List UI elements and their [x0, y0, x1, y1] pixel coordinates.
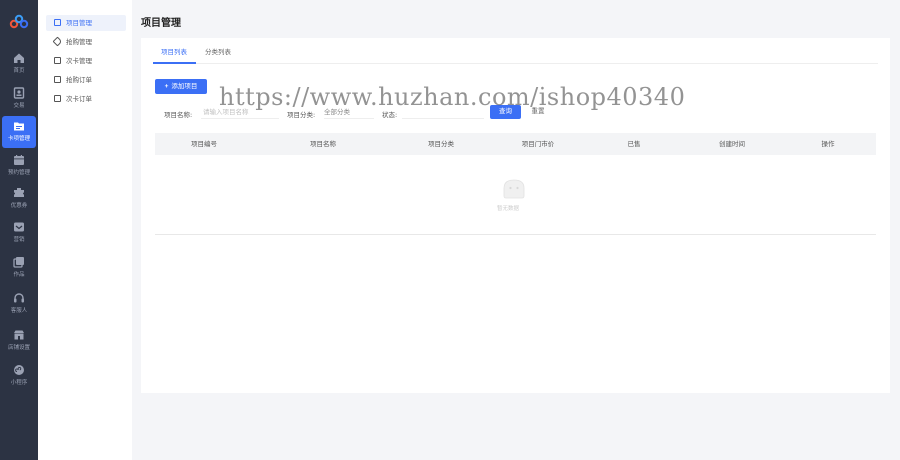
table-header: 项目编号 项目名称 项目分类 项目门市价 已售 创建时间 操作 [155, 133, 876, 155]
column-header: 创建时间 [719, 140, 745, 148]
doc-icon [54, 19, 61, 26]
submenu-item-label: 抢购管理 [66, 38, 92, 46]
order-icon [54, 76, 61, 83]
transaction-icon [13, 87, 25, 99]
nav-item-label: 小程序 [10, 380, 28, 386]
nav-item-service[interactable]: 客服人 [2, 288, 36, 320]
card-folder-icon [14, 122, 24, 131]
empty-box-icon [503, 179, 525, 199]
nav-item-label: 优惠券 [10, 203, 28, 209]
nav-item-home[interactable]: 首页 [2, 48, 36, 80]
nav-item-label: 卡项管理 [7, 136, 30, 142]
mini-program-icon [14, 365, 24, 375]
submenu-item-times-card[interactable]: 次卡管理 [46, 53, 126, 69]
tag-icon [52, 36, 63, 47]
table-bottom-border [155, 234, 876, 235]
nav-item-label: 交易 [13, 103, 25, 109]
submenu-item-label: 项目管理 [66, 19, 92, 27]
nav-item-label: 预约管理 [7, 170, 30, 176]
nav-item-label: 客服人 [10, 308, 28, 314]
home-icon [14, 53, 24, 63]
submenu-item-label: 抢购订单 [66, 76, 92, 84]
headset-icon [14, 293, 24, 303]
nav-item-gallery[interactable]: 作品 [2, 252, 36, 284]
tabs-divider [153, 63, 878, 64]
coupon-icon [14, 188, 24, 197]
column-header: 项目名称 [310, 140, 336, 148]
column-header: 项目门市价 [521, 140, 555, 148]
nav-item-label: 作品 [13, 272, 25, 278]
add-project-label: 添加项目 [171, 83, 198, 90]
marketing-icon [14, 222, 24, 232]
tab-project-list[interactable]: 项目列表 [161, 46, 187, 56]
active-tab-indicator [153, 62, 196, 64]
nav-item-store-settings[interactable]: 店铺设置 [2, 325, 36, 357]
column-header: 操作 [821, 140, 835, 148]
nav-item-mini-program[interactable]: 小程序 [2, 360, 36, 392]
nav-item-transaction[interactable]: 交易 [2, 83, 36, 115]
nav-item-marketing[interactable]: 营销 [2, 217, 36, 249]
add-project-button[interactable]: + 添加项目 [155, 79, 207, 94]
tab-category-list[interactable]: 分类列表 [205, 46, 231, 56]
submenu-item-times-card-orders[interactable]: 次卡订单 [46, 91, 126, 107]
store-icon [14, 330, 24, 340]
empty-state-text: 暂无数据 [497, 206, 520, 212]
nav-item-booking[interactable]: 预约管理 [2, 150, 36, 182]
column-header: 已售 [627, 140, 641, 148]
submenu-item-label: 次卡订单 [66, 95, 92, 103]
order-icon [54, 95, 61, 102]
page-title: 项目管理 [141, 18, 181, 29]
watermark-text: https://www.huzhan.com/ishop40340 [219, 83, 686, 111]
nav-item-coupon[interactable]: 优惠券 [2, 183, 36, 215]
secondary-nav: 项目管理 抢购管理 次卡管理 抢购订单 次卡订单 [38, 0, 132, 460]
plus-icon: + [164, 83, 169, 90]
nav-item-card-management[interactable]: 卡项管理 [2, 116, 36, 148]
submenu-item-label: 次卡管理 [66, 57, 92, 65]
submenu-item-project-management[interactable]: 项目管理 [46, 15, 126, 31]
column-header: 项目分类 [428, 140, 454, 148]
column-header: 项目编号 [191, 140, 217, 148]
logo-icon [9, 14, 29, 29]
primary-nav: 首页 交易 卡项管理 预约管理 优惠券 营销 作品 客服人 店铺设置 小程序 [0, 0, 38, 460]
nav-item-label: 营销 [13, 237, 25, 243]
project-name-label: 项目名称: [164, 111, 193, 119]
gallery-icon [13, 257, 24, 268]
submenu-item-flash-sale[interactable]: 抢购管理 [46, 34, 126, 50]
calendar-icon [14, 155, 24, 165]
card-icon [54, 57, 61, 64]
submenu-item-flash-sale-orders[interactable]: 抢购订单 [46, 72, 126, 88]
nav-item-label: 店铺设置 [7, 345, 30, 351]
nav-item-label: 首页 [13, 68, 25, 74]
